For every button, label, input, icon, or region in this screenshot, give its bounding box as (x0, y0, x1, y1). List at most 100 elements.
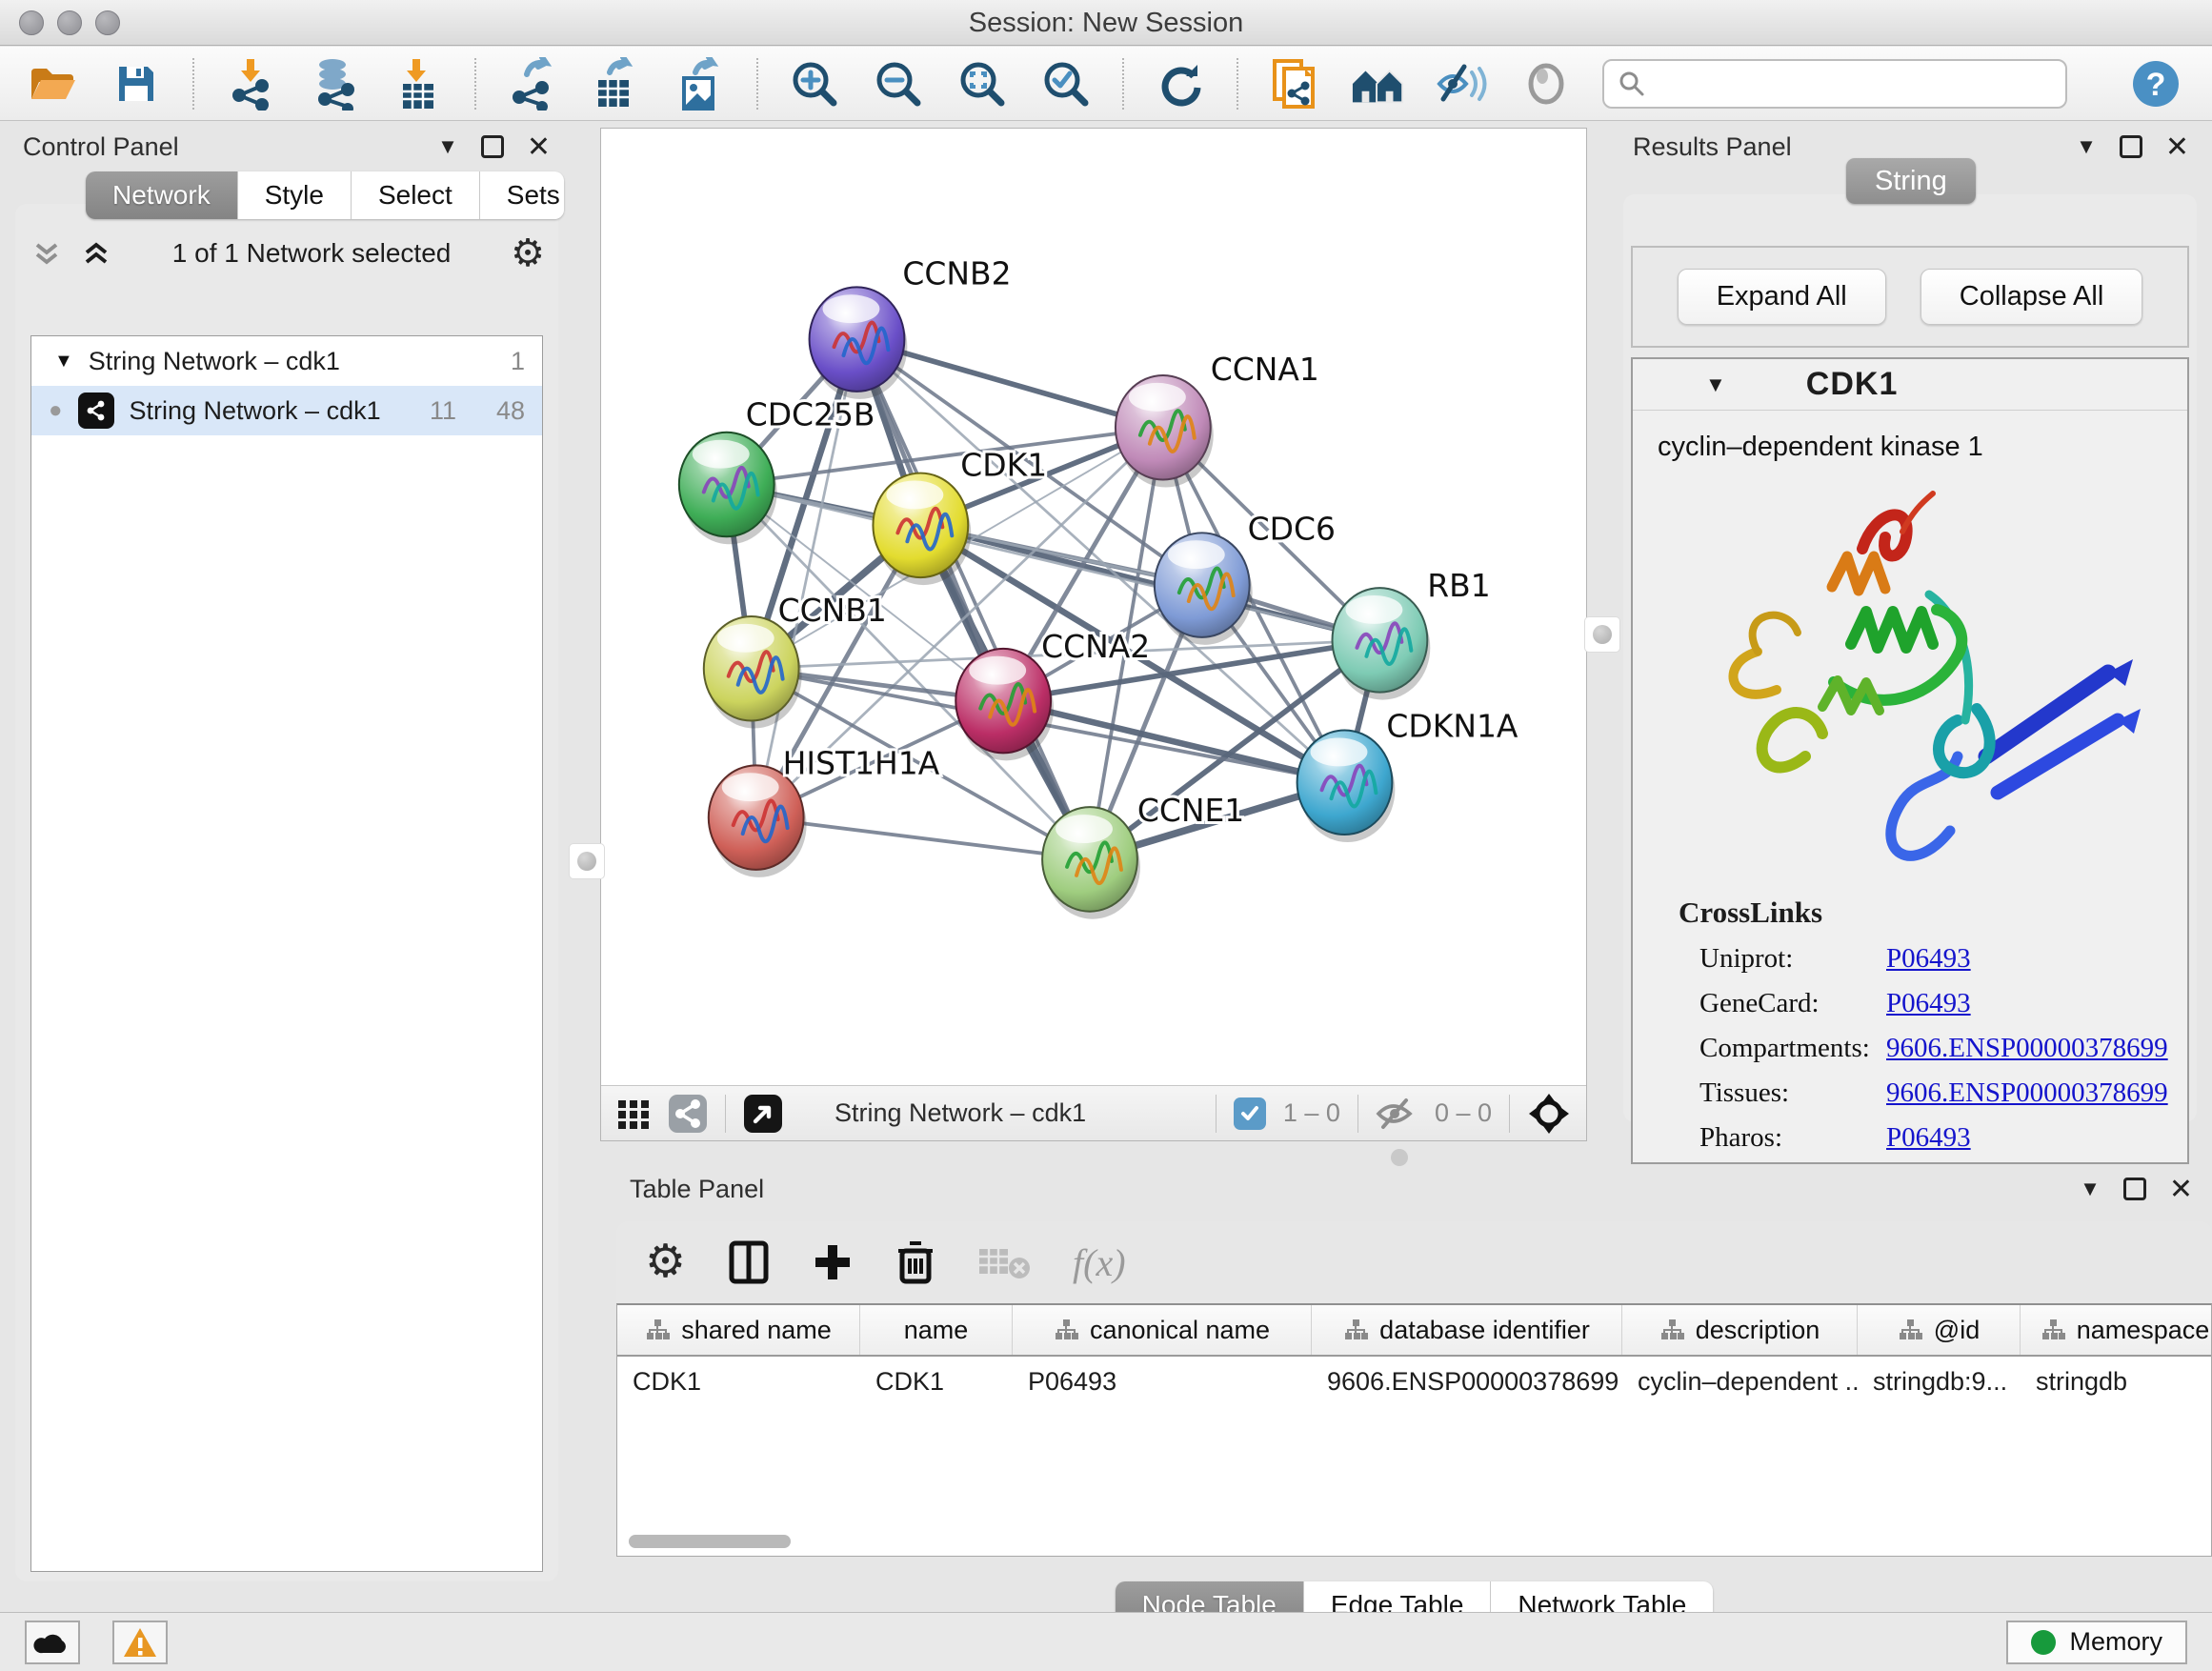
panel-float-icon[interactable] (2120, 135, 2142, 158)
pan-crosshair-icon[interactable] (1527, 1092, 1571, 1136)
gene-card-header[interactable]: ▼ CDK1 (1633, 359, 2187, 411)
node-label-CCNB2: CCNB2 (902, 254, 1011, 292)
export-image-button[interactable] (673, 55, 728, 112)
zoom-in-button[interactable] (787, 55, 842, 112)
crosslink-label: Uniprot: (1699, 943, 1886, 975)
hidden-items-eye-icon[interactable] (1376, 1097, 1418, 1131)
network-options-gear-icon[interactable]: ⚙ (511, 234, 545, 272)
column-header-description[interactable]: description (1622, 1305, 1858, 1355)
window-zoom-button[interactable] (95, 10, 120, 35)
node-gloss-highlight (886, 481, 943, 510)
copy-style-button[interactable] (1267, 55, 1322, 112)
network-node-CCNB1[interactable]: CCNB1 (704, 592, 887, 729)
add-column-icon[interactable] (812, 1241, 854, 1283)
show-columns-icon[interactable] (728, 1239, 770, 1285)
panel-float-icon[interactable] (481, 135, 504, 158)
zoom-selected-button[interactable] (1038, 55, 1094, 112)
column-header--id[interactable]: @id (1858, 1305, 2021, 1355)
birds-eye-view-icon[interactable] (743, 1094, 783, 1134)
import-network-file-button[interactable] (223, 55, 278, 112)
table-options-gear-icon[interactable]: ⚙ (645, 1239, 686, 1285)
cloud-status-button[interactable] (25, 1621, 80, 1664)
window-minimize-button[interactable] (57, 10, 82, 35)
column-label: namespace (2077, 1316, 2210, 1345)
warnings-button[interactable] (112, 1621, 168, 1664)
panel-menu-caret-icon[interactable]: ▼ (437, 134, 458, 159)
network-node-RB1[interactable]: RB1 (1333, 567, 1491, 700)
import-network-database-button[interactable] (307, 55, 362, 112)
zoom-out-button[interactable] (871, 55, 926, 112)
panel-menu-caret-icon[interactable]: ▼ (2076, 134, 2097, 159)
export-table-button[interactable] (589, 55, 644, 112)
search-field[interactable] (1602, 59, 2067, 109)
table-panel-title: Table Panel (630, 1175, 2059, 1204)
column-tree-icon (1898, 1318, 1922, 1342)
export-network-button[interactable] (505, 55, 560, 112)
homes-button[interactable] (1351, 55, 1406, 112)
network-collection-label: String Network – cdk1 (89, 347, 340, 376)
results-tab-string[interactable]: String (1846, 158, 1976, 204)
panel-float-icon[interactable] (2123, 1178, 2146, 1200)
zoom-fit-button[interactable] (955, 55, 1010, 112)
save-session-button[interactable] (109, 55, 164, 112)
tab-network[interactable]: Network (86, 171, 238, 219)
memory-button[interactable]: Memory (2006, 1621, 2187, 1664)
network-tree-child-row[interactable]: ● String Network – cdk1 11 48 (31, 386, 542, 435)
right-splitter-handle[interactable] (1585, 617, 1619, 652)
network-share-icon[interactable] (668, 1094, 708, 1134)
open-session-button[interactable] (25, 55, 80, 112)
tree-expander-icon[interactable]: ▼ (54, 351, 73, 372)
current-network-bullet-icon: ● (49, 397, 63, 424)
column-header-shared-name[interactable]: shared name (617, 1305, 860, 1355)
zoom-in-icon (790, 59, 839, 109)
crosslink-link[interactable]: P06493 (1886, 943, 1971, 975)
panel-close-icon[interactable]: ✕ (527, 131, 551, 164)
export-network-icon (508, 57, 557, 111)
crosslink-link[interactable]: 9606.ENSP00000378699 (1886, 1077, 2168, 1109)
help-button[interactable]: ? (2128, 55, 2183, 112)
delete-column-icon[interactable] (895, 1239, 935, 1285)
crosslink-row: GeneCard:P06493 (1679, 988, 2187, 1019)
crosslink-link[interactable]: 9606.ENSP00000378699 (1886, 1033, 2168, 1064)
column-tree-icon (2041, 1318, 2065, 1342)
crosslink-link[interactable]: P06493 (1886, 1122, 1971, 1154)
apply-layout-button[interactable] (1153, 55, 1208, 112)
window-close-button[interactable] (19, 10, 44, 35)
column-header-database-identifier[interactable]: database identifier (1312, 1305, 1622, 1355)
grid-view-icon[interactable] (616, 1097, 651, 1131)
collapse-all-button[interactable]: Collapse All (1920, 269, 2143, 325)
hide-graphics-button[interactable] (1435, 55, 1490, 112)
panel-close-icon[interactable]: ✕ (2165, 131, 2189, 164)
tab-select[interactable]: Select (352, 171, 480, 219)
network-node-HIST1H1A[interactable]: HIST1H1A (709, 744, 940, 877)
search-input[interactable] (1656, 69, 2052, 98)
crosslink-link[interactable]: P06493 (1886, 988, 1971, 1019)
network-node-count: 11 (403, 396, 456, 426)
bottom-splitter-handle[interactable] (1391, 1149, 1408, 1166)
panel-close-icon[interactable]: ✕ (2169, 1173, 2193, 1206)
import-table-button[interactable] (391, 55, 446, 112)
expand-all-icon[interactable] (80, 237, 112, 270)
collapse-all-icon[interactable] (30, 237, 63, 270)
network-node-CCNA1[interactable]: CCNA1 (1116, 351, 1319, 488)
network-node-CDKN1A[interactable]: CDKN1A (1297, 707, 1518, 842)
column-header-canonical-name[interactable]: canonical name (1013, 1305, 1312, 1355)
toolbar-separator (1357, 1095, 1358, 1133)
left-splitter-handle[interactable] (570, 844, 604, 878)
column-header-namespace[interactable]: namespace (2021, 1305, 2212, 1355)
panel-menu-caret-icon[interactable]: ▼ (2080, 1177, 2101, 1201)
expand-all-button[interactable]: Expand All (1678, 269, 1886, 325)
network-canvas[interactable]: CCNB2CCNA1CDC25BCDK1CDC6RB1CCNB1CCNA2CDK… (601, 129, 1586, 1085)
selected-items-checkbox[interactable] (1234, 1097, 1266, 1130)
tab-sets[interactable]: Sets (480, 171, 564, 219)
network-node-CCNE1[interactable]: CCNE1 (1042, 792, 1244, 919)
gene-collapse-icon[interactable]: ▼ (1705, 372, 1726, 397)
network-tree-root-row[interactable]: ▼ String Network – cdk1 1 (31, 336, 542, 386)
show-graphics-button[interactable] (1518, 55, 1574, 112)
horizontal-scrollbar[interactable] (629, 1535, 791, 1548)
tab-style[interactable]: Style (238, 171, 352, 219)
crosslinks-heading: CrossLinks (1679, 896, 2187, 930)
string-network-graph[interactable]: CCNB2CCNA1CDC25BCDK1CDC6RB1CCNB1CCNA2CDK… (601, 129, 1586, 1085)
table-row[interactable]: CDK1CDK1P064939606.ENSP00000378699cyclin… (617, 1357, 2211, 1406)
column-header-name[interactable]: name (860, 1305, 1013, 1355)
